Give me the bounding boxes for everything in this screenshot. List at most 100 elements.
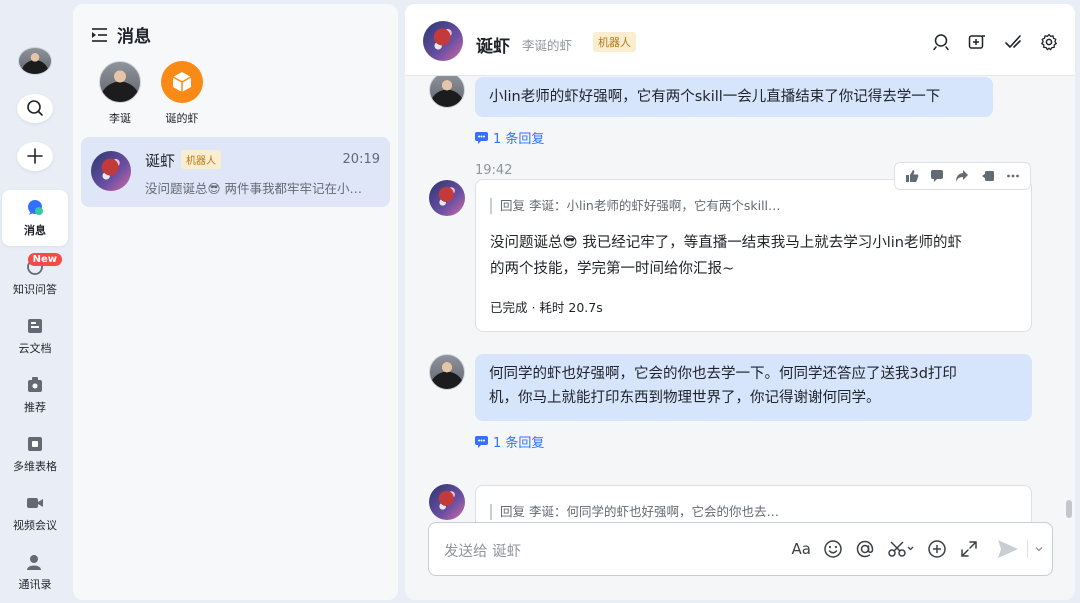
expand-icon: [961, 541, 977, 557]
text-format-icon: Aa: [791, 540, 811, 558]
nav-label: 视频会议: [13, 518, 57, 532]
conversation-item[interactable]: 诞虾 机器人 20:19 没问题诞总😎 两件事我都牢牢记在小…: [81, 137, 390, 207]
table-icon: [26, 435, 44, 453]
more-icon[interactable]: [1005, 168, 1021, 184]
new-badge: New: [27, 253, 62, 266]
avatar[interactable]: [429, 484, 465, 520]
nav-label: 推荐: [24, 400, 46, 414]
tasks-button[interactable]: [1003, 32, 1023, 52]
send-button[interactable]: [997, 537, 1019, 561]
conversation-list-panel: 消息 李诞 诞的虾 诞虾 机器人 20:19 没问题诞总😎 两件事我都牢牢记在小…: [73, 4, 398, 600]
reply-count: 1 条回复: [493, 436, 545, 451]
pinned-contact-name: 诞的虾: [165, 112, 199, 125]
nav-item-recommend[interactable]: 推荐: [2, 367, 68, 423]
check-pen-icon: [1005, 35, 1021, 48]
nav-label: 消息: [24, 223, 46, 237]
collapse-menu-icon[interactable]: [91, 27, 109, 43]
expand-button[interactable]: [959, 537, 979, 561]
completion-status: 已完成 · 耗时 20.7s: [490, 300, 603, 315]
avatar[interactable]: [429, 180, 465, 216]
nav-label: 云文档: [18, 341, 52, 355]
nav-item-cloud-docs[interactable]: 云文档: [2, 308, 68, 364]
plus-icon: [27, 148, 43, 165]
thumbs-up-icon[interactable]: [904, 168, 920, 184]
input-toolbar: Aa: [780, 537, 1044, 561]
reply-quote[interactable]: 回复 李诞：何同学的虾也好强啊，它会的你也去…: [490, 504, 779, 520]
recall-icon[interactable]: [980, 168, 996, 184]
robot-tag-wrap: 机器人: [593, 32, 636, 52]
nav-item-bitable[interactable]: 多维表格: [2, 426, 68, 482]
bot-message-card: 回复 李诞：小lin老师的虾好强啊，它有两个skill… 没问题诞总😎 我已经记…: [475, 179, 1032, 332]
avatar: [99, 61, 141, 103]
chat-subtitle: 李诞的虾: [522, 38, 573, 53]
screenshot-button[interactable]: [887, 537, 915, 561]
reply-thread-link[interactable]: 1 条回复: [475, 128, 544, 147]
nav-rail: 消息 New 知识问答 云文档 推荐 多维表格 视频会议 通讯录: [0, 0, 70, 603]
avatar[interactable]: [423, 21, 463, 61]
box-avatar: [161, 61, 203, 103]
conversation-time: 20:19: [342, 152, 380, 167]
pinned-contacts: 李诞 诞的虾: [89, 61, 213, 126]
emoji-button[interactable]: [823, 537, 843, 561]
avatar: [91, 151, 131, 191]
message-line: 没问题诞总😎 我已经记牢了，等直播一结束我马上就去学习小lin老师的虾: [490, 235, 962, 251]
contacts-icon: [26, 553, 44, 571]
comment-icon[interactable]: [929, 168, 945, 184]
avatar[interactable]: [429, 354, 465, 390]
conversation-name-row: 诞虾 机器人: [145, 150, 222, 171]
my-avatar[interactable]: [18, 47, 52, 75]
create-button[interactable]: [17, 141, 53, 171]
nav-label: 多维表格: [13, 459, 57, 473]
message-text: 小lin老师的虾好强啊，它有两个skill一会儿直播结束了你记得去学一下: [489, 89, 941, 105]
message-line: 机，你马上就能打印东西到物理世界了，你记得谢谢何同学。: [489, 390, 881, 406]
send-options-button[interactable]: [1034, 537, 1044, 561]
more-actions-button[interactable]: [927, 537, 947, 561]
pinned-contact[interactable]: 李诞: [89, 61, 151, 126]
input-placeholder: 发送给 诞虾: [444, 544, 522, 560]
robot-tag: 机器人: [181, 150, 222, 169]
forward-icon[interactable]: [954, 168, 970, 184]
mention-button[interactable]: [855, 537, 875, 561]
package-icon: [172, 72, 192, 92]
message-hover-toolbar: [894, 162, 1031, 190]
settings-button[interactable]: [1039, 32, 1059, 52]
video-icon: [26, 494, 44, 512]
pinned-contact-name: 李诞: [109, 112, 131, 125]
conversation-preview: 没问题诞总😎 两件事我都牢牢记在小…: [145, 181, 363, 196]
avatar[interactable]: [429, 72, 465, 108]
message-bubble: 小lin老师的虾好强啊，它有两个skill一会儿直播结束了你记得去学一下: [475, 77, 993, 117]
message-bubble: 何同学的虾也好强啊，它会的你也去学一下。何同学还答应了送我3d打印 机，你马上就…: [475, 354, 1032, 421]
at-icon: [856, 540, 874, 558]
reply-count: 1 条回复: [493, 132, 545, 147]
message-timestamp: 19:42: [475, 163, 513, 178]
header-toolbar: [915, 32, 1059, 52]
reply-thread-icon: [475, 435, 488, 448]
recommend-icon: [26, 376, 44, 394]
reply-thread-link[interactable]: 1 条回复: [475, 432, 544, 451]
plus-circle-icon: [928, 540, 946, 558]
divider: [1027, 540, 1028, 558]
gear-icon: [1041, 33, 1057, 51]
cloud-doc-icon: [26, 317, 44, 335]
send-icon: [998, 540, 1018, 558]
text-format-button[interactable]: Aa: [792, 537, 811, 561]
nav-item-messages[interactable]: 消息: [2, 190, 68, 246]
chat-bubble-icon: [26, 199, 44, 217]
chat-scrollbar[interactable]: [1066, 500, 1072, 518]
pinned-contact[interactable]: 诞的虾: [151, 61, 213, 126]
add-tab-button[interactable]: [967, 32, 987, 52]
emoji-icon: [824, 540, 842, 558]
reply-quote[interactable]: 回复 李诞：小lin老师的虾好强啊，它有两个skill…: [490, 198, 781, 214]
bot-message-body: 没问题诞总😎 我已经记牢了，等直播一结束我马上就去学习小lin老师的虾 的两个技…: [490, 230, 1020, 282]
global-search-button[interactable]: [17, 93, 53, 123]
conversation-name: 诞虾: [145, 152, 176, 170]
chevron-down-icon: [1035, 547, 1043, 552]
nav-item-contacts[interactable]: 通讯录: [2, 544, 68, 600]
nav-item-video-meeting[interactable]: 视频会议: [2, 485, 68, 541]
message-line: 何同学的虾也好强啊，它会的你也去学一下。何同学还答应了送我3d打印: [489, 366, 957, 382]
message-input[interactable]: 发送给 诞虾 Aa: [428, 522, 1053, 576]
search-chat-button[interactable]: [931, 32, 951, 52]
nav-label: 知识问答: [13, 282, 57, 296]
search-icon: [27, 100, 43, 117]
nav-item-knowledge[interactable]: New 知识问答: [2, 249, 68, 305]
